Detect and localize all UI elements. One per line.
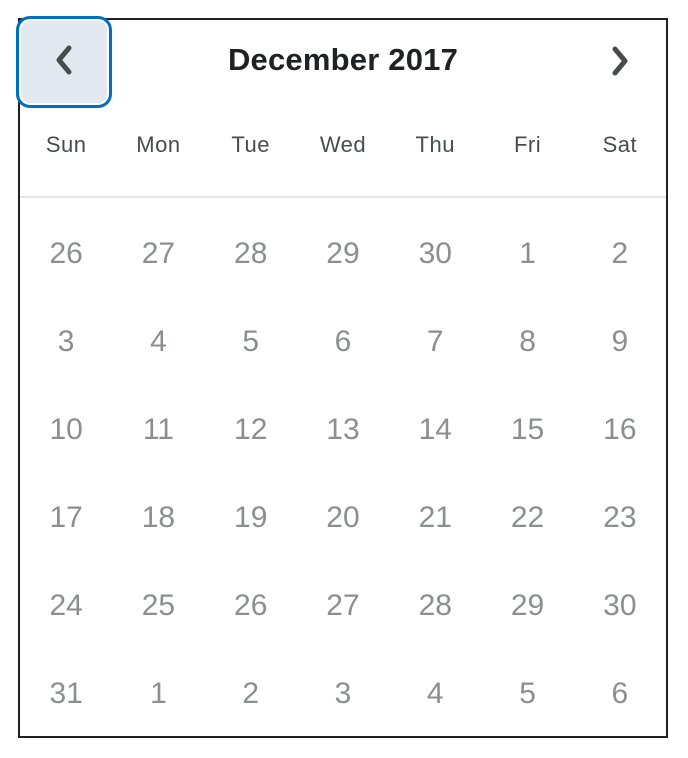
day-cell[interactable]: 29	[481, 589, 573, 623]
day-cell[interactable]: 19	[205, 501, 297, 535]
day-cell[interactable]: 26	[20, 237, 112, 271]
day-cell[interactable]: 30	[389, 237, 481, 271]
day-cell[interactable]: 21	[389, 501, 481, 535]
day-cell[interactable]: 1	[481, 237, 573, 271]
weekday-header-row: Sun Mon Tue Wed Thu Fri Sat	[20, 132, 666, 158]
day-cell[interactable]: 10	[20, 413, 112, 447]
weekday-label: Sun	[45, 132, 87, 157]
day-cell[interactable]: 16	[574, 413, 666, 447]
day-cell[interactable]: 4	[112, 325, 204, 359]
day-cell[interactable]: 27	[297, 589, 389, 623]
day-cell[interactable]: 7	[389, 325, 481, 359]
week-row: 26 27 28 29 30 1 2	[20, 210, 666, 298]
weekday-label: Thu	[415, 132, 455, 157]
day-cell[interactable]: 31	[20, 677, 112, 711]
day-cell[interactable]: 17	[20, 501, 112, 535]
day-cell[interactable]: 2	[205, 677, 297, 711]
day-cell[interactable]: 23	[574, 501, 666, 535]
header-divider	[20, 196, 666, 198]
day-cell[interactable]: 24	[20, 589, 112, 623]
week-row: 3 4 5 6 7 8 9	[20, 298, 666, 386]
day-cell[interactable]: 3	[297, 677, 389, 711]
day-cell[interactable]: 11	[112, 413, 204, 447]
weekday-label: Wed	[319, 132, 367, 157]
week-row: 24 25 26 27 28 29 30	[20, 562, 666, 650]
week-row: 31 1 2 3 4 5 6	[20, 650, 666, 738]
day-cell[interactable]: 28	[389, 589, 481, 623]
day-cell[interactable]: 13	[297, 413, 389, 447]
day-cell[interactable]: 25	[112, 589, 204, 623]
day-cell[interactable]: 27	[112, 237, 204, 271]
day-cell[interactable]: 29	[297, 237, 389, 271]
day-cell[interactable]: 22	[481, 501, 573, 535]
day-cell[interactable]: 12	[205, 413, 297, 447]
day-cell[interactable]: 5	[205, 325, 297, 359]
day-cell[interactable]: 2	[574, 237, 666, 271]
day-cell[interactable]: 26	[205, 589, 297, 623]
day-cell[interactable]: 5	[481, 677, 573, 711]
day-cell[interactable]: 6	[574, 677, 666, 711]
day-cell[interactable]: 20	[297, 501, 389, 535]
day-cell[interactable]: 9	[574, 325, 666, 359]
day-cell[interactable]: 4	[389, 677, 481, 711]
weekday-label: Fri	[513, 132, 542, 157]
day-cell[interactable]: 3	[20, 325, 112, 359]
chevron-right-icon	[610, 45, 630, 82]
weekday-label: Sat	[602, 132, 638, 157]
day-cell[interactable]: 6	[297, 325, 389, 359]
week-row: 10 11 12 13 14 15 16	[20, 386, 666, 474]
day-cell[interactable]: 8	[481, 325, 573, 359]
next-month-button[interactable]	[574, 20, 666, 106]
day-cell[interactable]: 28	[205, 237, 297, 271]
day-cell[interactable]: 15	[481, 413, 573, 447]
day-cell[interactable]: 18	[112, 501, 204, 535]
day-grid: 26 27 28 29 30 1 2 3 4 5 6 7 8 9 10 11 1…	[20, 210, 666, 738]
day-cell[interactable]: 14	[389, 413, 481, 447]
weekday-label: Mon	[136, 132, 181, 157]
month-year-title: December 2017	[227, 42, 459, 77]
week-row: 17 18 19 20 21 22 23	[20, 474, 666, 562]
day-cell[interactable]: 30	[574, 589, 666, 623]
weekday-label: Tue	[231, 132, 270, 157]
date-picker-calendar: December 2017 Sun Mon Tue Wed Thu Fri Sa…	[16, 16, 668, 738]
day-cell[interactable]: 1	[112, 677, 204, 711]
